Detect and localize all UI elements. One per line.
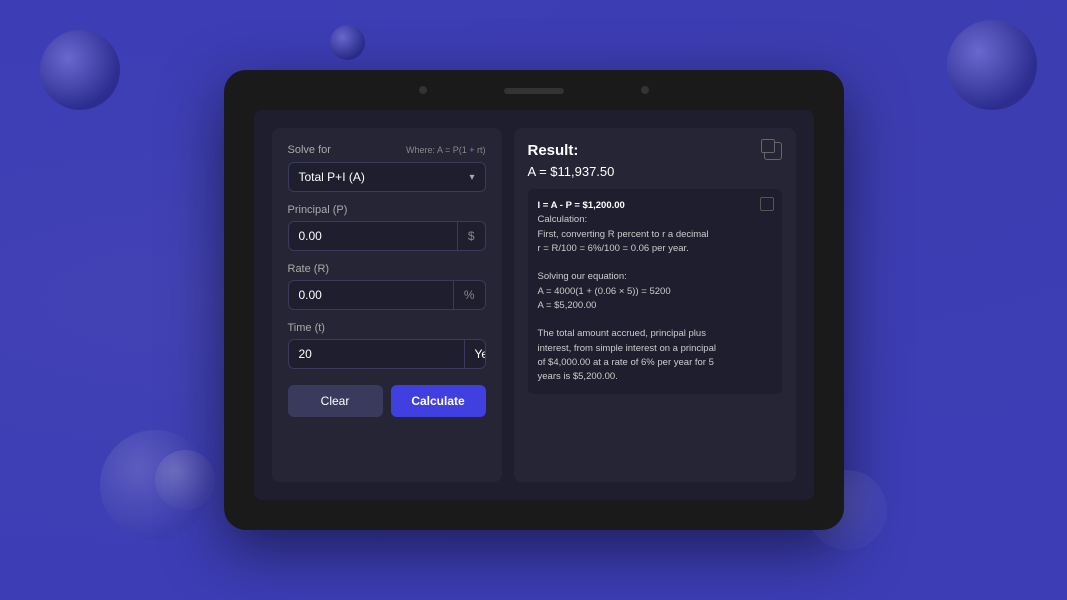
time-field-group: Time (t) Years ▾ <box>288 322 486 369</box>
calculator-panel: Solve for Where: A = P(1 + rt) Total P+I… <box>272 128 502 482</box>
copy-result-button[interactable] <box>764 142 782 160</box>
sphere-decoration-1 <box>40 30 120 110</box>
principal-input[interactable] <box>289 222 457 250</box>
action-buttons: Clear Calculate <box>288 385 486 417</box>
tablet-camera-right <box>641 86 649 94</box>
result-detail-line4: r = R/100 = 6%/100 = 0.06 per year. <box>538 243 689 254</box>
result-detail-line7: A = 4000(1 + (0.06 × 5)) = 5200 <box>538 286 671 297</box>
rate-label: Rate (R) <box>288 263 486 275</box>
result-detail-line2: Calculation: <box>538 214 588 225</box>
solve-for-value: Total P+I (A) <box>299 170 365 184</box>
result-detail-line13: years is $5,200.00. <box>538 371 618 382</box>
clear-button[interactable]: Clear <box>288 385 383 417</box>
tablet-speaker <box>504 88 564 94</box>
rate-suffix: % <box>453 281 485 309</box>
solve-for-dropdown[interactable]: Total P+I (A) ▾ <box>288 162 486 192</box>
rate-input[interactable] <box>289 281 453 309</box>
result-header: Result: <box>528 142 782 160</box>
rate-input-row: % <box>288 280 486 310</box>
tablet-top-bar <box>224 70 844 110</box>
principal-suffix: $ <box>457 222 485 250</box>
result-detail-line10: The total amount accrued, principal plus <box>538 328 706 339</box>
time-unit-value: Years <box>475 347 486 361</box>
result-detail-line12: of $4,000.00 at a rate of 6% per year fo… <box>538 357 714 368</box>
time-unit-dropdown[interactable]: Years ▾ <box>464 340 486 368</box>
result-panel: Result: A = $11,937.50 I = A - P = $1,20… <box>514 128 796 482</box>
result-detail-line11: interest, from simple interest on a prin… <box>538 343 716 354</box>
result-detail-line8: A = $5,200.00 <box>538 300 597 311</box>
calculate-button[interactable]: Calculate <box>391 385 486 417</box>
result-detail-line3: First, converting R percent to r a decim… <box>538 229 709 240</box>
copy-detail-button[interactable] <box>760 197 774 211</box>
formula-label: Where: A = P(1 + rt) <box>406 145 486 155</box>
time-label: Time (t) <box>288 322 486 334</box>
result-title: Result: <box>528 142 579 159</box>
result-detail-text: I = A - P = $1,200.00 Calculation: First… <box>538 199 772 384</box>
time-input-row: Years ▾ <box>288 339 486 369</box>
tablet-frame: Solve for Where: A = P(1 + rt) Total P+I… <box>224 70 844 530</box>
principal-label: Principal (P) <box>288 204 486 216</box>
tablet-screen: Solve for Where: A = P(1 + rt) Total P+I… <box>254 110 814 500</box>
tablet-camera-left <box>419 86 427 94</box>
result-detail-line6: Solving our equation: <box>538 271 627 282</box>
solve-for-label: Solve for <box>288 144 331 156</box>
result-detail-line1: I = A - P = $1,200.00 <box>538 200 625 211</box>
sphere-decoration-2 <box>330 25 365 60</box>
result-main-value: A = $11,937.50 <box>528 164 782 179</box>
solve-for-header: Solve for Where: A = P(1 + rt) <box>288 144 486 156</box>
principal-input-row: $ <box>288 221 486 251</box>
solve-for-arrow-icon: ▾ <box>469 172 474 183</box>
time-input[interactable] <box>289 340 464 368</box>
sphere-decoration-5 <box>155 450 215 510</box>
principal-field-group: Principal (P) $ <box>288 204 486 251</box>
result-detail-card: I = A - P = $1,200.00 Calculation: First… <box>528 189 782 394</box>
rate-field-group: Rate (R) % <box>288 263 486 310</box>
sphere-decoration-3 <box>947 20 1037 110</box>
